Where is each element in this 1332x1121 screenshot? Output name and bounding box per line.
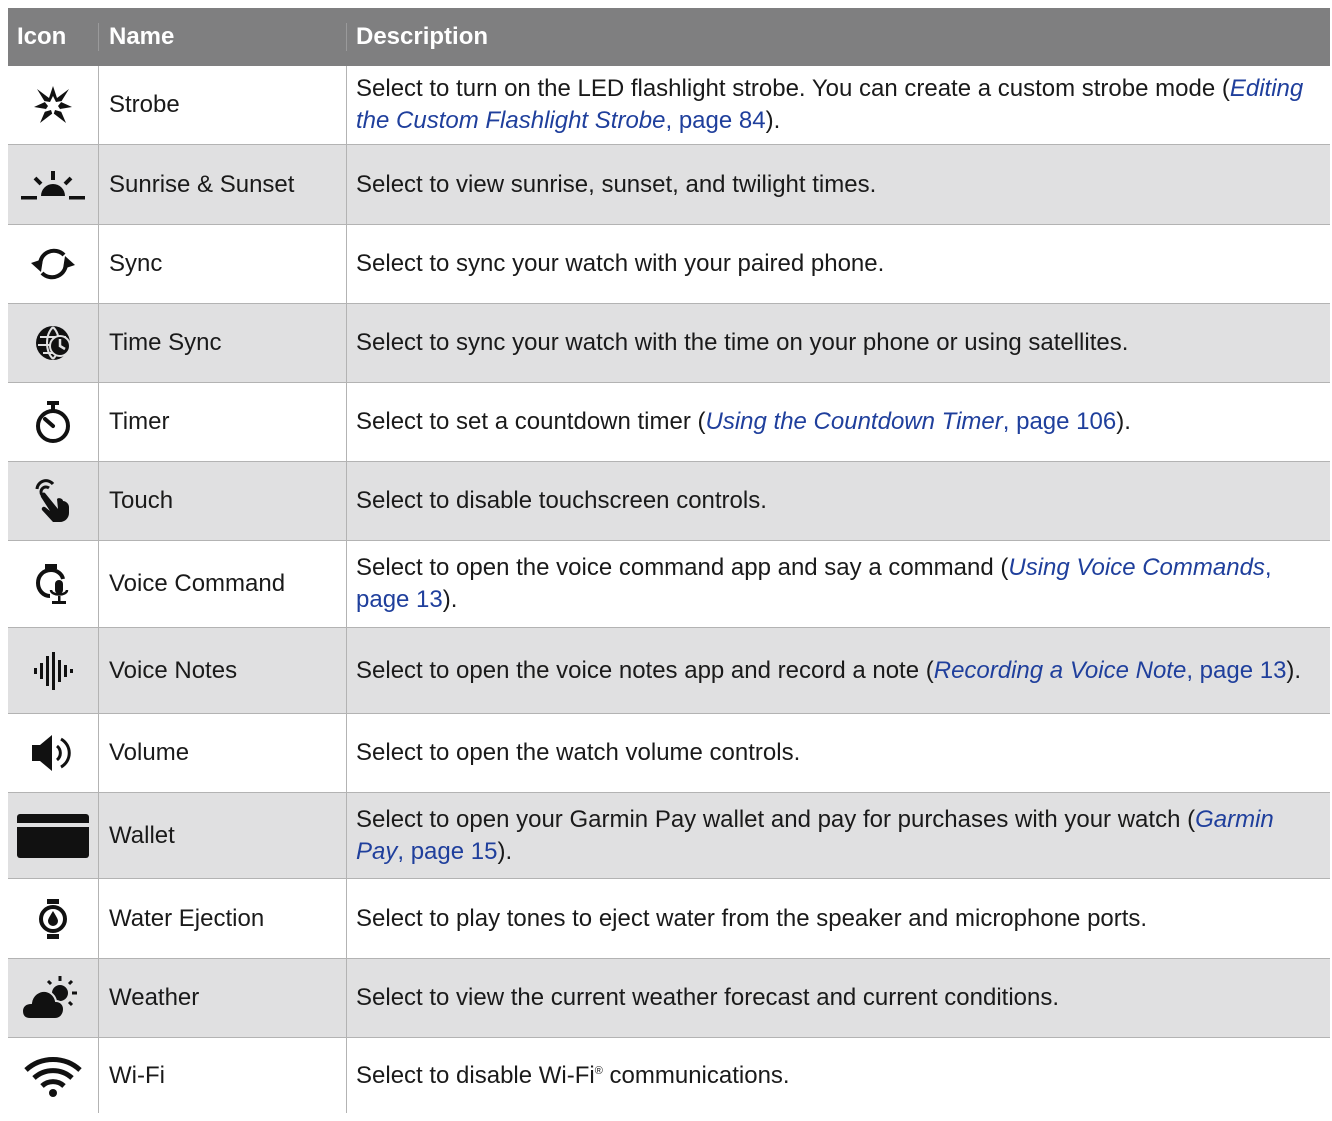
- table-row: Time Sync Select to sync your watch with…: [8, 304, 1330, 383]
- sync-icon: [8, 225, 99, 303]
- row-description: Select to turn on the LED flashlight str…: [356, 75, 1304, 134]
- cross-reference-link[interactable]: Using Voice Commands: [1008, 554, 1265, 581]
- volume-icon: [8, 714, 99, 792]
- table-row: Timer Select to set a countdown timer (U…: [8, 383, 1330, 462]
- header-name: Name: [99, 23, 347, 51]
- cross-reference-link[interactable]: Using the Countdown Timer: [706, 408, 1003, 435]
- row-name: Voice Notes: [99, 628, 347, 713]
- wallet-icon: [8, 793, 99, 878]
- table-row: Sunrise & Sunset Select to view sunrise,…: [8, 145, 1330, 225]
- header-icon: Icon: [8, 23, 99, 51]
- row-description: Select to open your Garmin Pay wallet an…: [356, 805, 1274, 865]
- table-row: Voice Command Select to open the voice c…: [8, 541, 1330, 628]
- row-name: Sync: [99, 225, 347, 303]
- row-description: Select to disable Wi-Fi® communications.: [356, 1061, 790, 1089]
- row-name: Time Sync: [99, 304, 347, 382]
- row-name: Water Ejection: [99, 879, 347, 958]
- table-header: Icon Name Description: [8, 8, 1330, 66]
- row-description: Select to sync your watch with your pair…: [356, 250, 885, 277]
- header-description: Description: [356, 23, 489, 50]
- strobe-icon: [8, 66, 99, 144]
- table-row: Voice Notes Select to open the voice not…: [8, 628, 1330, 714]
- table-row: Wi-Fi Select to disable Wi-Fi® communica…: [8, 1038, 1330, 1113]
- table-row: Wallet Select to open your Garmin Pay wa…: [8, 793, 1330, 879]
- table-row: Water Ejection Select to play tones to e…: [8, 879, 1330, 959]
- voice-notes-icon: [8, 628, 99, 713]
- table-row: Sync Select to sync your watch with your…: [8, 225, 1330, 304]
- row-description: Select to play tones to eject water from…: [356, 904, 1148, 932]
- row-description: Select to view the current weather forec…: [356, 984, 1060, 1011]
- row-description: Select to open the watch volume controls…: [356, 739, 801, 766]
- timer-icon: [8, 383, 99, 461]
- table-row: Strobe Select to turn on the LED flashli…: [8, 66, 1330, 145]
- controls-table: Icon Name Description Strobe Select to t…: [8, 8, 1330, 1113]
- table-row: Touch Select to disable touchscreen cont…: [8, 462, 1330, 541]
- weather-icon: [8, 959, 99, 1037]
- row-description: Select to sync your watch with the time …: [356, 329, 1129, 356]
- row-description: Select to open the voice command app and…: [356, 554, 1272, 613]
- sunrise-sunset-icon: [8, 145, 99, 224]
- row-name: Voice Command: [99, 541, 347, 627]
- wifi-icon: [8, 1038, 99, 1113]
- row-name: Wi-Fi: [99, 1038, 347, 1113]
- touch-icon: [8, 462, 99, 540]
- row-name: Touch: [99, 462, 347, 540]
- row-name: Weather: [99, 959, 347, 1037]
- row-name: Wallet: [99, 793, 347, 878]
- voice-command-icon: [8, 541, 99, 627]
- row-name: Timer: [99, 383, 347, 461]
- water-ejection-icon: [8, 879, 99, 958]
- table-row: Weather Select to view the current weath…: [8, 959, 1330, 1038]
- row-name: Sunrise & Sunset: [99, 145, 347, 224]
- cross-reference-link[interactable]: Recording a Voice Note: [934, 657, 1187, 684]
- row-description: Select to disable touchscreen controls.: [356, 487, 767, 514]
- row-name: Volume: [99, 714, 347, 792]
- row-description: Select to view sunrise, sunset, and twil…: [356, 170, 877, 198]
- time-sync-icon: [8, 304, 99, 382]
- registered-mark: ®: [594, 1064, 603, 1077]
- row-name: Strobe: [99, 66, 347, 144]
- table-row: Volume Select to open the watch volume c…: [8, 714, 1330, 793]
- row-description: Select to set a countdown timer (Using t…: [356, 408, 1131, 435]
- row-description: Select to open the voice notes app and r…: [356, 656, 1302, 684]
